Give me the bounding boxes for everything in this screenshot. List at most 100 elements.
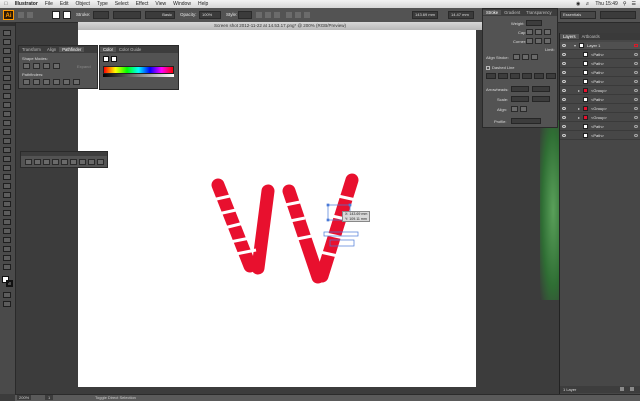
sublayer-row[interactable]: <Path>: [560, 51, 640, 59]
layer-row[interactable]: ▾ Layer 1: [560, 42, 640, 50]
target-circle-icon[interactable]: [634, 134, 638, 137]
visibility-eye-icon[interactable]: [562, 98, 566, 101]
gap-field-3[interactable]: [546, 73, 556, 79]
spectrum-black-white[interactable]: [103, 74, 174, 77]
stroke-swatch-icon[interactable]: [111, 56, 117, 62]
delete-layer-icon[interactable]: [630, 387, 634, 391]
merge-icon[interactable]: [43, 79, 50, 85]
minus-front-icon[interactable]: [33, 63, 40, 69]
align-tool-4-icon[interactable]: [52, 159, 59, 165]
sublayer-row[interactable]: <Path>: [560, 69, 640, 77]
align-inside-stroke-icon[interactable]: [522, 54, 529, 60]
color-spectrum[interactable]: [103, 66, 174, 74]
align-tool-6-icon[interactable]: [70, 159, 77, 165]
align-tool-2-icon[interactable]: [34, 159, 41, 165]
target-circle-icon[interactable]: [634, 53, 638, 56]
target-circle-icon[interactable]: [634, 125, 638, 128]
visibility-eye-icon[interactable]: [562, 134, 566, 137]
target-circle-icon[interactable]: [634, 62, 638, 65]
letter-w-artwork[interactable]: [211, 173, 359, 284]
align-tool-5-icon[interactable]: [61, 159, 68, 165]
gap-field-1[interactable]: [498, 73, 508, 79]
divide-icon[interactable]: [23, 79, 30, 85]
outline-icon[interactable]: [63, 79, 70, 85]
target-circle-icon[interactable]: [634, 107, 638, 110]
tab-transparency[interactable]: Transparency: [523, 10, 554, 15]
zoom-field[interactable]: 200%: [17, 395, 32, 400]
new-layer-icon[interactable]: [620, 387, 624, 391]
unite-icon[interactable]: [23, 63, 30, 69]
visibility-eye-icon[interactable]: [562, 71, 566, 74]
scale-end-field[interactable]: [532, 96, 550, 102]
tab-align[interactable]: Align: [44, 47, 59, 52]
visibility-eye-icon[interactable]: [562, 62, 566, 65]
dash-field-2[interactable]: [510, 73, 520, 79]
align-tool-8-icon[interactable]: [88, 159, 95, 165]
projecting-cap-icon[interactable]: [544, 29, 551, 35]
profile-field[interactable]: [511, 118, 541, 124]
visibility-eye-icon[interactable]: [562, 89, 566, 92]
gap-field-2[interactable]: [522, 73, 532, 79]
crop-icon[interactable]: [53, 79, 60, 85]
arrowhead-start[interactable]: [511, 86, 529, 92]
visibility-eye-icon[interactable]: [562, 107, 566, 110]
dash-field-3[interactable]: [534, 73, 544, 79]
expand-triangle-icon[interactable]: ▸: [578, 88, 580, 93]
visibility-eye-icon[interactable]: [562, 80, 566, 83]
target-circle-icon[interactable]: [634, 98, 638, 101]
sublayer-row[interactable]: <Path>: [560, 123, 640, 131]
sublayer-row[interactable]: <Path>: [560, 78, 640, 86]
align-tool-7-icon[interactable]: [79, 159, 86, 165]
visibility-eye-icon[interactable]: [562, 125, 566, 128]
expand-triangle-icon[interactable]: ▸: [578, 106, 580, 111]
sublayer-row[interactable]: ▸ <Group>: [560, 114, 640, 122]
dashed-line-checkbox[interactable]: [486, 66, 490, 70]
tab-artboards[interactable]: Artboards: [579, 34, 603, 39]
sublayer-row[interactable]: <Path>: [560, 60, 640, 68]
weight-field[interactable]: [526, 20, 542, 26]
expand-triangle-icon[interactable]: ▸: [578, 115, 580, 120]
visibility-eye-icon[interactable]: [562, 44, 566, 47]
sublayer-row[interactable]: ▸ <Group>: [560, 87, 640, 95]
arrow-align-1-icon[interactable]: [511, 106, 518, 112]
align-outside-stroke-icon[interactable]: [531, 54, 538, 60]
intersect-icon[interactable]: [43, 63, 50, 69]
tab-layers[interactable]: Layers: [560, 34, 579, 39]
round-join-icon[interactable]: [535, 38, 542, 44]
arrow-align-2-icon[interactable]: [520, 106, 527, 112]
bevel-join-icon[interactable]: [544, 38, 551, 44]
tab-transform[interactable]: Transform: [19, 47, 44, 52]
target-circle-icon[interactable]: [634, 116, 638, 119]
floating-panel-header[interactable]: [21, 152, 107, 156]
tab-pathfinder[interactable]: Pathfinder: [59, 47, 85, 52]
visibility-eye-icon[interactable]: [562, 116, 566, 119]
dash-field-1[interactable]: [486, 73, 496, 79]
expand-triangle-icon[interactable]: ▾: [574, 43, 576, 48]
sublayer-row[interactable]: <Path>: [560, 96, 640, 104]
align-center-stroke-icon[interactable]: [513, 54, 520, 60]
trim-icon[interactable]: [33, 79, 40, 85]
target-circle-icon[interactable]: [634, 89, 638, 92]
butt-cap-icon[interactable]: [526, 29, 533, 35]
visibility-eye-icon[interactable]: [562, 53, 566, 56]
arrowhead-end[interactable]: [532, 86, 550, 92]
align-tool-1-icon[interactable]: [25, 159, 32, 165]
miter-join-icon[interactable]: [526, 38, 533, 44]
tab-color[interactable]: Color: [100, 47, 117, 52]
align-tool-3-icon[interactable]: [43, 159, 50, 165]
tab-color-guide[interactable]: Color Guide: [116, 47, 144, 52]
target-circle-icon[interactable]: [634, 80, 638, 83]
target-circle-icon[interactable]: [634, 71, 638, 74]
fill-none-icon[interactable]: [103, 56, 109, 62]
sublayer-row[interactable]: <Path>: [560, 132, 640, 140]
round-cap-icon[interactable]: [535, 29, 542, 35]
minus-back-icon[interactable]: [73, 79, 80, 85]
artboard-nav-field[interactable]: 1: [45, 395, 54, 400]
tab-gradient[interactable]: Gradient: [501, 10, 523, 15]
sublayer-row[interactable]: ▸ <Group>: [560, 105, 640, 113]
scale-start-field[interactable]: [511, 96, 529, 102]
expand-button[interactable]: Expand: [77, 64, 91, 69]
tab-stroke[interactable]: Stroke: [483, 10, 502, 15]
align-tool-9-icon[interactable]: [97, 159, 104, 165]
exclude-icon[interactable]: [53, 63, 60, 69]
